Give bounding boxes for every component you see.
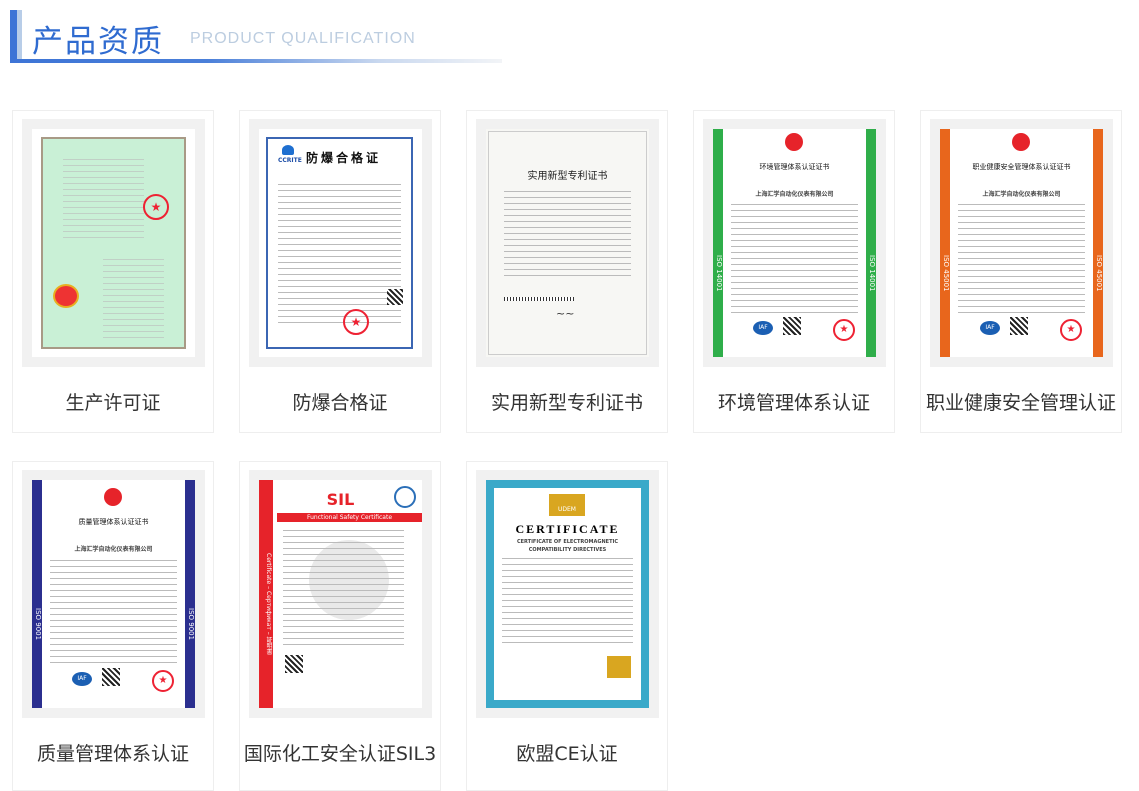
certificate-title: 实用新型专利证书 bbox=[527, 171, 608, 182]
certificate-title: CERTIFICATE bbox=[515, 522, 620, 536]
iso-side-band: ISO 9001 bbox=[185, 480, 195, 708]
card-label: 实用新型专利证书 bbox=[490, 392, 643, 414]
red-seal-icon: ★ bbox=[343, 309, 369, 335]
section-title: 产品资质 bbox=[32, 24, 164, 60]
red-seal-icon: ★ bbox=[1060, 319, 1082, 341]
qualification-card-explosion-proof[interactable]: CCRITE 防爆合格证 ★ 防爆合格证 bbox=[239, 110, 441, 433]
red-seal-icon: ★ bbox=[833, 319, 855, 341]
certificate-title: 职业健康安全管理体系认证证书 bbox=[972, 163, 1071, 171]
certificate-title: 防爆合格证 bbox=[306, 151, 382, 165]
certificate-title: 质量管理体系认证证书 bbox=[78, 518, 149, 526]
qualification-card-environmental[interactable]: ISO 14001 ISO 14001 环境管理体系认证证书 上海汇学自动化仪表… bbox=[693, 110, 895, 433]
card-label: 国际化工安全认证SIL3 bbox=[243, 743, 437, 765]
ccrite-logo: CCRITE bbox=[278, 157, 302, 164]
qualification-card-occupational-health[interactable]: ISO 45001 ISO 45001 职业健康安全管理体系认证证书 上海汇学自… bbox=[920, 110, 1122, 433]
certificate-image[interactable]: ISO 14001 ISO 14001 环境管理体系认证证书 上海汇学自动化仪表… bbox=[703, 119, 886, 367]
iso-side-band: ISO 9001 bbox=[32, 480, 42, 708]
cert-logo-icon bbox=[785, 133, 803, 151]
company-name: 上海汇学自动化仪表有限公司 bbox=[755, 191, 834, 198]
certificate-title: SIL bbox=[326, 490, 355, 509]
cert-logo-icon bbox=[104, 488, 122, 506]
qualification-card-utility-patent[interactable]: 实用新型专利证书 ~~ 实用新型专利证书 bbox=[466, 110, 668, 433]
card-label: 生产许可证 bbox=[65, 392, 161, 414]
company-name: 上海汇学自动化仪表有限公司 bbox=[74, 546, 153, 553]
iso-side-band: ISO 45001 bbox=[1093, 129, 1103, 357]
ccrite-logo-icon bbox=[282, 145, 294, 155]
section-subtitle: PRODUCT QUALIFICATION bbox=[190, 30, 416, 47]
certificate-image[interactable]: 实用新型专利证书 ~~ bbox=[476, 119, 659, 367]
card-label: 防爆合格证 bbox=[292, 392, 388, 414]
national-emblem-icon bbox=[53, 284, 79, 308]
certificate-image[interactable]: ★ bbox=[22, 119, 205, 367]
qualification-card-sil3[interactable]: Certificate – Сертификат – 証明書 SIL Funct… bbox=[239, 461, 441, 791]
certificate-side-band: Certificate – Сертификат – 証明書 bbox=[259, 480, 273, 708]
certificate-image[interactable]: Certificate – Сертификат – 証明書 SIL Funct… bbox=[249, 470, 432, 718]
iaf-logo-icon: IAF bbox=[72, 672, 92, 686]
card-label: 职业健康安全管理认证 bbox=[925, 392, 1116, 414]
certificate-image[interactable]: ISO 9001 ISO 9001 质量管理体系认证证书 上海汇学自动化仪表有限… bbox=[22, 470, 205, 718]
section-header: 产品资质 PRODUCT QUALIFICATION bbox=[10, 10, 502, 63]
iaf-logo-icon: IAF bbox=[753, 321, 773, 335]
company-name: 上海汇学自动化仪表有限公司 bbox=[982, 191, 1061, 198]
header-accent-bar-light bbox=[17, 10, 22, 61]
iso-side-band: ISO 14001 bbox=[713, 129, 723, 357]
qr-code-icon bbox=[1010, 317, 1028, 335]
qr-code-icon bbox=[285, 655, 303, 673]
qualification-card-production-license[interactable]: ★ 生产许可证 bbox=[12, 110, 214, 433]
qr-code-icon bbox=[387, 289, 403, 305]
certificate-subtitle: CERTIFICATE OF ELECTROMAGNETIC COMPATIBI… bbox=[516, 539, 619, 553]
iaf-logo-icon: IAF bbox=[980, 321, 1000, 335]
iso-side-band: ISO 45001 bbox=[940, 129, 950, 357]
red-seal-icon: ★ bbox=[152, 670, 174, 692]
certificate-subtitle: Functional Safety Certificate bbox=[277, 513, 422, 522]
header-underline bbox=[10, 59, 502, 63]
qualification-card-quality[interactable]: ISO 9001 ISO 9001 质量管理体系认证证书 上海汇学自动化仪表有限… bbox=[12, 461, 214, 791]
certificate-title: 环境管理体系认证证书 bbox=[759, 163, 830, 171]
certificate-image[interactable]: CCRITE 防爆合格证 ★ bbox=[249, 119, 432, 367]
qr-code-icon bbox=[102, 668, 120, 686]
iso-side-band: ISO 14001 bbox=[866, 129, 876, 357]
certificate-image[interactable]: ISO 45001 ISO 45001 职业健康安全管理体系认证证书 上海汇学自… bbox=[930, 119, 1113, 367]
udem-seal-icon bbox=[607, 656, 631, 678]
accreditation-logo-icon bbox=[394, 486, 416, 508]
card-label: 环境管理体系认证 bbox=[717, 392, 870, 414]
barcode-icon bbox=[504, 297, 574, 301]
certificate-image[interactable]: UDEM CERTIFICATE CERTIFICATE OF ELECTROM… bbox=[476, 470, 659, 718]
qualification-card-ce[interactable]: UDEM CERTIFICATE CERTIFICATE OF ELECTROM… bbox=[466, 461, 668, 791]
qr-code-icon bbox=[783, 317, 801, 335]
udem-logo: UDEM bbox=[549, 494, 585, 516]
card-label: 质量管理体系认证 bbox=[36, 743, 189, 765]
header-accent-bar bbox=[10, 10, 17, 61]
cert-logo-icon bbox=[1012, 133, 1030, 151]
card-label: 欧盟CE认证 bbox=[516, 743, 618, 765]
red-seal-icon: ★ bbox=[143, 194, 169, 220]
